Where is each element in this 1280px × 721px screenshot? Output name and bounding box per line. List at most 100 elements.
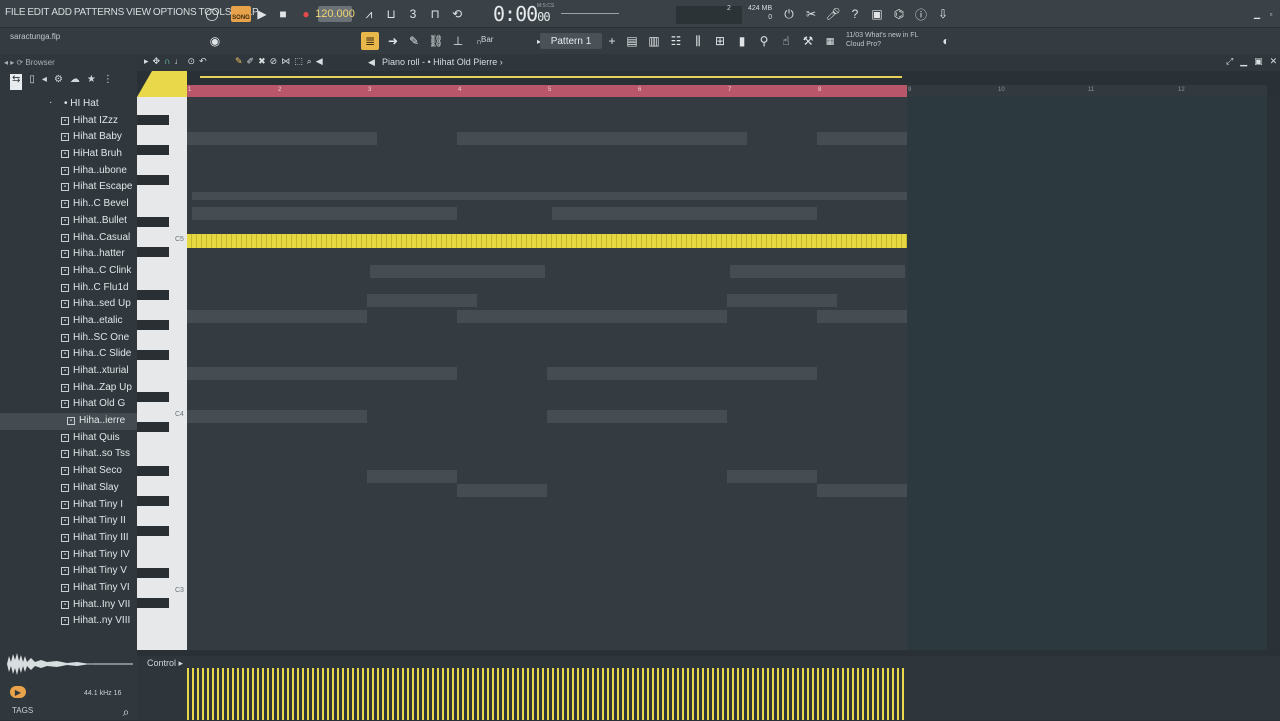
browser-item[interactable]: ▪ Hiha..ierre (0, 413, 137, 430)
info-icon[interactable]: ⓘ (912, 5, 930, 23)
menu-patterns[interactable]: PATTERNS (74, 7, 124, 18)
browser-item[interactable]: ▪ Hihat Quis (0, 430, 137, 447)
browser-item[interactable]: ▪ Hiha..C Slide (0, 346, 137, 363)
browser-item[interactable]: ▪ Hihat..so Tss (0, 446, 137, 463)
window-close-icon[interactable]: ✕ (1270, 56, 1278, 67)
stop-button[interactable]: ■ (274, 5, 292, 23)
song-mode-toggle[interactable]: SONG (231, 6, 251, 22)
link-icon[interactable]: ⛓ (427, 32, 445, 50)
pattern-selector[interactable]: Pattern 1 (540, 33, 602, 49)
browser-item[interactable]: ▪ Hihat Tiny IV (0, 547, 137, 564)
menu-options[interactable]: OPTIONS (153, 7, 197, 18)
browser-item[interactable]: ▪ Hihat Baby (0, 129, 137, 146)
browser-item[interactable]: ▪ Hihat Slay (0, 480, 137, 497)
browser-back-icon[interactable]: ◂ (42, 74, 47, 90)
browser-tree-icon[interactable]: ⊞ (711, 32, 729, 50)
browser-item[interactable]: ▪ Hiha..Zap Up (0, 380, 137, 397)
file-icon[interactable]: ▮ (733, 32, 751, 50)
browser-files-icon[interactable]: ▯ (29, 74, 35, 90)
browser-item[interactable]: ▪ Hiha..C Clink (0, 263, 137, 280)
black-key[interactable] (137, 350, 169, 360)
browser-item[interactable]: ▪ Hihat Tiny III (0, 530, 137, 547)
add-pattern-icon[interactable]: + (603, 32, 621, 50)
plug-icon[interactable]: ⚲ (755, 32, 773, 50)
browser-plugins-icon[interactable]: ⚙ (54, 74, 63, 90)
black-key[interactable] (137, 145, 169, 155)
save-icon[interactable]: ▣ (868, 5, 886, 23)
black-key[interactable] (137, 526, 169, 536)
browser-item[interactable]: ▪ Hiha..sed Up (0, 296, 137, 313)
browser-item[interactable]: ▪ Hihat Old G (0, 396, 137, 413)
pencil-icon[interactable]: ✎ (405, 32, 423, 50)
mixer-link-icon[interactable]: ✂ (802, 5, 820, 23)
magnet-tool-icon[interactable]: ∩ (164, 56, 170, 67)
tempo-display[interactable]: 120.000 (315, 6, 355, 22)
wait-input-icon[interactable]: ⊔ (382, 5, 400, 23)
browser-item[interactable]: ▪ Hiha..hatter (0, 246, 137, 263)
arrow-right-icon[interactable]: ➜ (384, 32, 402, 50)
black-key[interactable] (137, 217, 169, 227)
browser-item[interactable]: ▪ Hih..C Flu1d (0, 280, 137, 297)
mute-tool-icon[interactable]: ⊘ (270, 56, 278, 67)
browser-item[interactable]: ▪ Hihat Seco (0, 463, 137, 480)
note-grid[interactable] (187, 97, 907, 650)
black-key[interactable] (137, 115, 169, 125)
browser-more-icon[interactable]: ⋮ (103, 74, 113, 90)
browser-nav-icons[interactable]: ◂ ▸ ⟳ (4, 58, 25, 67)
browser-item[interactable]: ▪ Hih..SC One (0, 330, 137, 347)
tags-label[interactable]: TAGS (12, 706, 33, 715)
browser-cloud-icon[interactable]: ☁ (70, 74, 80, 90)
snap-select[interactable]: Bar (481, 35, 493, 44)
piano-roll-icon[interactable]: ▥ (645, 32, 663, 50)
browser-item[interactable]: ▪ Hihat Tiny V (0, 563, 137, 580)
globe-icon[interactable]: ◐ (937, 32, 955, 50)
black-key[interactable] (137, 466, 169, 476)
zoom-tool-icon[interactable]: ⌕ (307, 56, 312, 67)
metronome-dial-icon[interactable]: ◯ (203, 5, 221, 23)
browser-item[interactable]: ▪ Hiha..ubone (0, 163, 137, 180)
tools-icon[interactable]: ⚒ (799, 32, 817, 50)
black-key[interactable] (137, 496, 169, 506)
menu-view[interactable]: VIEW (126, 7, 151, 18)
undo-icon[interactable]: ↶ (199, 56, 207, 67)
detach-icon[interactable]: ⤢ (1226, 56, 1233, 67)
black-key[interactable] (137, 320, 169, 330)
paint-tool-icon[interactable]: ✐ (247, 56, 255, 67)
control-selector[interactable]: Control ▸ (147, 658, 183, 669)
black-key[interactable] (137, 392, 169, 402)
menu-file[interactable]: FILE (5, 7, 26, 18)
stamp-tool-icon[interactable]: ⊙ (188, 56, 196, 67)
undo-history-icon[interactable]: ⏻ (780, 5, 798, 23)
browser-item[interactable]: ▪ Hihat..ny VIII (0, 613, 137, 630)
plugin-icon[interactable]: ⌬ (890, 5, 908, 23)
news-feed-icon[interactable]: ▦ (821, 32, 839, 50)
record-button[interactable]: ● (297, 5, 315, 23)
playlist-snap-icon[interactable]: ≣ (361, 32, 379, 50)
timeline-ruler[interactable] (187, 85, 907, 97)
draw-tool-icon[interactable]: ✎ (235, 56, 243, 67)
browser-favorite-icon[interactable]: ★ (87, 74, 96, 90)
black-key[interactable] (137, 175, 169, 185)
slice-tool-icon[interactable]: ⋈ (281, 56, 290, 67)
browser-item[interactable]: ▪ Hihat Tiny II (0, 513, 137, 530)
channel-rack-icon[interactable]: ☷ (667, 32, 685, 50)
black-key[interactable] (137, 568, 169, 578)
black-key[interactable] (137, 290, 169, 300)
news-panel[interactable]: 11/03 What's new in FL Cloud Pro? (846, 31, 918, 49)
loop-region[interactable] (200, 76, 902, 78)
piano-roll-triangle-icon[interactable]: ◀︎ (368, 57, 375, 68)
preview-play-icon[interactable]: ▶ (10, 686, 26, 698)
hihat-note-row[interactable] (187, 234, 907, 248)
window-max-icon[interactable]: ▣ (1254, 56, 1263, 67)
menu-edit[interactable]: EDIT (27, 7, 49, 18)
mixer-icon[interactable]: ⫼ (689, 32, 707, 50)
vertical-scrollbar[interactable] (1267, 97, 1280, 650)
browser-all-icon[interactable]: ⇆ (10, 74, 23, 90)
browser-item[interactable]: ▪ HiHat Bruh (0, 146, 137, 163)
black-key[interactable] (137, 598, 169, 608)
help-icon[interactable]: ? (846, 5, 864, 23)
select-tool-icon[interactable]: ⬚ (294, 56, 303, 67)
snap-tool-icon[interactable]: ✥ (153, 56, 161, 67)
window-min-icon[interactable]: ▁ (1240, 56, 1247, 67)
download-icon[interactable]: ⇩ (934, 5, 952, 23)
